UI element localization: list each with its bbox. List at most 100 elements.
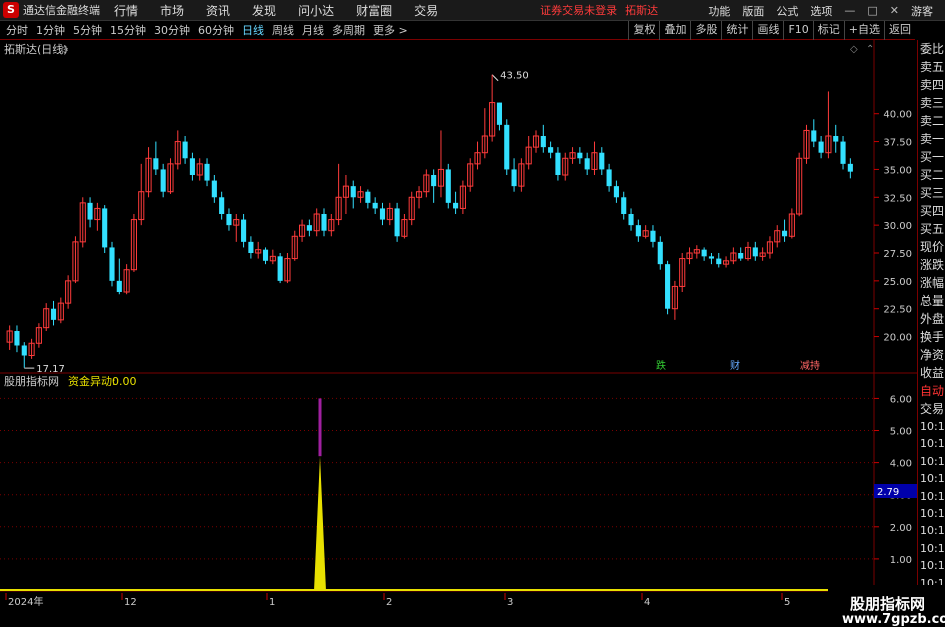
menu-gongshi[interactable]: 公式	[776, 3, 798, 19]
candle[interactable]	[65, 275, 72, 309]
btn-zixuan[interactable]: +自选	[843, 21, 884, 40]
candle[interactable]	[642, 225, 649, 239]
sb-volume[interactable]: 总量	[918, 292, 945, 310]
btn-tongji[interactable]: 统计	[721, 21, 752, 40]
sb-buy1[interactable]: 买一	[918, 148, 945, 166]
candle[interactable]	[182, 136, 188, 164]
candle[interactable]	[321, 208, 327, 237]
sb-trade[interactable]: 交易	[918, 400, 945, 418]
period-daily[interactable]: 日线	[242, 22, 264, 38]
candle[interactable]	[752, 241, 758, 261]
candle[interactable]	[496, 102, 503, 131]
sb-price[interactable]: 现价	[918, 238, 945, 256]
candle[interactable]	[211, 175, 217, 203]
sb-outer[interactable]: 外盘	[918, 310, 945, 328]
candle[interactable]	[504, 119, 510, 175]
candle[interactable]	[803, 124, 810, 164]
candle[interactable]	[445, 163, 451, 209]
candle[interactable]	[372, 197, 378, 214]
candle[interactable]	[723, 256, 730, 268]
candle[interactable]	[686, 247, 693, 265]
candle[interactable]	[671, 280, 678, 320]
candle[interactable]	[599, 147, 605, 175]
candle[interactable]	[569, 147, 576, 164]
candle[interactable]	[167, 158, 174, 194]
candle[interactable]	[833, 124, 839, 153]
sb-turnover[interactable]: 换手	[918, 328, 945, 346]
sb-change[interactable]: 涨跌	[918, 256, 945, 274]
event-marker-jianchi[interactable]: 减持	[800, 359, 820, 372]
maximize-icon[interactable]: □	[867, 4, 877, 17]
sb-buy5[interactable]: 买五	[918, 220, 945, 238]
candle[interactable]	[284, 253, 291, 284]
candle[interactable]	[459, 180, 466, 214]
candle[interactable]	[606, 163, 612, 192]
btn-fuquan[interactable]: 复权	[628, 21, 659, 40]
candle[interactable]	[840, 136, 846, 170]
candle[interactable]	[394, 202, 400, 242]
chart-settings-icon[interactable]: ⚙	[60, 45, 69, 56]
menu-xuanxiang[interactable]: 选项	[810, 3, 832, 19]
candle[interactable]	[196, 158, 203, 181]
candle[interactable]	[79, 197, 86, 248]
candle[interactable]	[511, 158, 517, 192]
sb-sell4[interactable]: 卖四	[918, 76, 945, 94]
candle[interactable]	[291, 230, 298, 261]
candle[interactable]	[145, 147, 152, 198]
candle[interactable]	[781, 219, 788, 242]
candle[interactable]	[160, 163, 166, 198]
menu-banmian[interactable]: 版面	[742, 3, 764, 19]
candle[interactable]	[386, 202, 393, 226]
login-alert[interactable]: 证券交易未登录	[540, 2, 617, 18]
menu-caifuquan[interactable]: 财富圈	[356, 2, 392, 19]
period-fenshi[interactable]: 分时	[6, 22, 28, 38]
candle[interactable]	[365, 189, 371, 209]
candle[interactable]	[350, 180, 356, 209]
candle[interactable]	[679, 253, 686, 292]
candle[interactable]	[818, 136, 824, 159]
candle[interactable]	[379, 202, 386, 226]
candle[interactable]	[766, 236, 773, 259]
candle[interactable]	[6, 325, 13, 350]
candle[interactable]	[774, 225, 781, 248]
candle[interactable]	[744, 241, 752, 261]
sb-sell2[interactable]: 卖二	[918, 112, 945, 130]
menu-jiaoyi[interactable]: 交易	[414, 2, 438, 19]
sb-income[interactable]: 收益	[918, 364, 945, 382]
candle[interactable]	[423, 169, 430, 198]
menu-faxian[interactable]: 发现	[252, 2, 276, 19]
candle[interactable]	[811, 119, 817, 148]
candle[interactable]	[555, 147, 561, 181]
kline-chart[interactable]: 40.0037.5035.0032.5030.0027.5025.0022.50…	[0, 40, 917, 609]
candle[interactable]	[825, 91, 832, 159]
candle[interactable]	[153, 141, 159, 175]
menu-zixun[interactable]: 资讯	[206, 2, 230, 19]
btn-fanhui[interactable]: 返回	[884, 21, 915, 40]
candle[interactable]	[241, 214, 247, 248]
candle[interactable]	[481, 108, 488, 159]
candle[interactable]	[540, 124, 546, 153]
candle[interactable]	[255, 241, 262, 259]
candle[interactable]	[467, 158, 474, 192]
candle[interactable]	[335, 163, 342, 226]
sb-netasset[interactable]: 净资	[918, 346, 945, 364]
candle[interactable]	[72, 236, 79, 284]
candle[interactable]	[518, 158, 525, 192]
candle[interactable]	[109, 241, 115, 287]
period-weekly[interactable]: 周线	[272, 22, 294, 38]
btn-diejia[interactable]: 叠加	[659, 21, 690, 40]
candle[interactable]	[248, 236, 254, 259]
btn-duogu[interactable]: 多股	[690, 21, 721, 40]
period-monthly[interactable]: 月线	[302, 22, 324, 38]
sb-auto[interactable]: 自动	[918, 382, 945, 400]
candle[interactable]	[262, 247, 269, 265]
btn-f10[interactable]: F10	[783, 21, 812, 40]
candle[interactable]	[650, 225, 656, 248]
candle[interactable]	[102, 205, 108, 253]
candle[interactable]	[796, 152, 803, 217]
candle[interactable]	[591, 141, 598, 175]
menu-hangqing[interactable]: 行情	[114, 2, 138, 19]
candle[interactable]	[408, 191, 415, 226]
menu-shichang[interactable]: 市场	[160, 2, 184, 19]
period-5min[interactable]: 5分钟	[73, 22, 102, 38]
